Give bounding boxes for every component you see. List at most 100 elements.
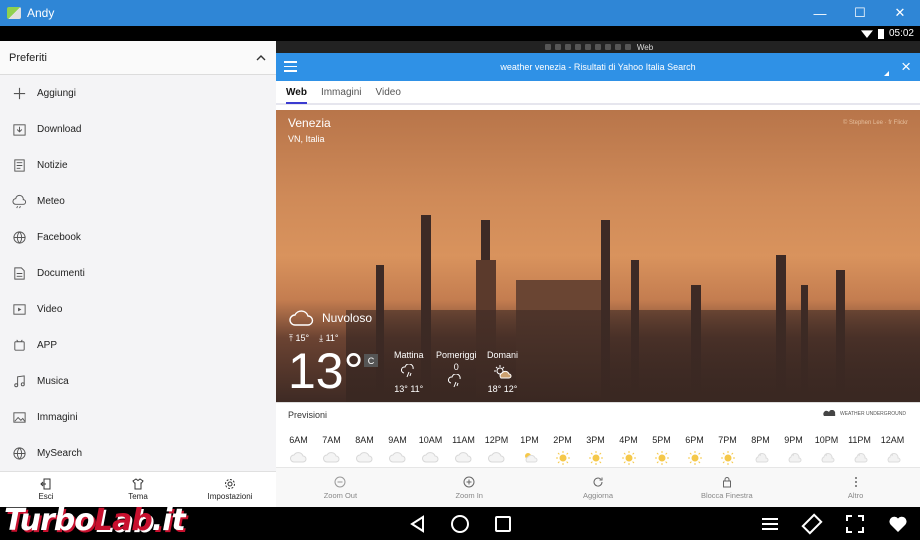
- favorites-header[interactable]: Preferiti: [0, 41, 276, 75]
- hour-item: 7AM: [315, 435, 348, 465]
- unit-toggle[interactable]: C: [364, 354, 378, 367]
- hamburger-icon: [762, 518, 778, 530]
- sun-icon: [612, 451, 645, 465]
- hour-item: 7PM: [711, 435, 744, 465]
- weather-underground-logo[interactable]: WEATHER UNDERGROUND: [823, 410, 906, 417]
- more-icon: [854, 476, 857, 487]
- hour-item: 11PM: [843, 435, 876, 465]
- globe-icon: [12, 230, 27, 245]
- document-icon: [12, 266, 27, 281]
- close-window-button[interactable]: ✕: [880, 0, 920, 26]
- sidebar-item-immagini[interactable]: Immagini: [0, 399, 276, 435]
- menu-button[interactable]: [758, 512, 782, 536]
- hour-item: 11AM: [447, 435, 480, 465]
- refresh-icon: [593, 477, 603, 487]
- cloud-icon: [348, 451, 381, 465]
- sidebar-item-documenti[interactable]: Documenti: [0, 255, 276, 291]
- shirt-icon: [132, 478, 144, 490]
- sidebar-item-label: Documenti: [37, 267, 85, 279]
- hour-item: 10AM: [414, 435, 447, 465]
- tab-web[interactable]: Web: [286, 87, 307, 104]
- forecast-domani: Domani 18° 12°: [487, 350, 518, 394]
- heart-icon: [889, 516, 907, 532]
- android-status-bar: 05:02: [0, 26, 920, 41]
- hour-label: 5PM: [652, 435, 671, 445]
- menu-icon[interactable]: [284, 60, 297, 73]
- browser-toolbar: Zoom Out Zoom In Aggiorna Blocca Finestr…: [276, 467, 920, 507]
- tab-video[interactable]: Video: [376, 87, 401, 98]
- maximize-button[interactable]: ☐: [840, 0, 880, 26]
- theme-button[interactable]: Tema: [92, 472, 184, 507]
- hour-label: 10PM: [814, 435, 839, 445]
- hour-item: 12AM: [876, 435, 909, 465]
- window-title: Andy: [27, 6, 55, 20]
- app-icon: [12, 338, 27, 353]
- settings-label: Impostazioni: [207, 492, 253, 501]
- hour-label: 7PM: [718, 435, 737, 445]
- sidebar-item-mysearch[interactable]: MySearch: [0, 435, 276, 471]
- more-button[interactable]: Altro: [791, 468, 920, 507]
- back-button[interactable]: [406, 512, 430, 536]
- speed-dial-icons[interactable]: [543, 43, 633, 52]
- tab-immagini[interactable]: Immagini: [321, 87, 362, 98]
- recents-button[interactable]: [491, 512, 515, 536]
- hour-item: 8PM: [744, 435, 777, 465]
- home-button[interactable]: [448, 512, 472, 536]
- minimize-button[interactable]: —: [800, 0, 840, 26]
- sidebar-item-download[interactable]: Download: [0, 111, 276, 147]
- zoom-out-label: Zoom Out: [323, 490, 358, 500]
- sidebar-item-app[interactable]: APP: [0, 327, 276, 363]
- fullscreen-button[interactable]: [843, 512, 867, 536]
- photo-credit[interactable]: © Stephen Lee · fr Flickr: [843, 120, 908, 126]
- favorites-title: Preferiti: [9, 51, 47, 64]
- sidebar-item-facebook[interactable]: Facebook: [0, 219, 276, 255]
- weather-card[interactable]: Venezia VN, Italia © Stephen Lee · fr Fl…: [276, 110, 920, 402]
- hour-label: 6PM: [685, 435, 704, 445]
- favorites-sidebar: Preferiti Aggiungi Download Notizie Mete…: [0, 41, 276, 507]
- settings-button[interactable]: Impostazioni: [184, 472, 276, 507]
- sidebar-item-notizie[interactable]: Notizie: [0, 147, 276, 183]
- close-icon[interactable]: ×: [901, 57, 911, 77]
- page-title[interactable]: weather venezia - Risultati di Yahoo Ita…: [500, 62, 695, 72]
- night-cloud-icon: [810, 451, 843, 465]
- zoom-in-button[interactable]: Zoom In: [405, 468, 534, 507]
- sidebar-bottom-bar: Esci Tema Impostazioni: [0, 471, 276, 507]
- video-icon: [12, 302, 27, 317]
- rotate-button[interactable]: [800, 512, 824, 536]
- resize-corner-icon: [884, 71, 889, 76]
- night-cloud-icon: [876, 451, 909, 465]
- favorite-button[interactable]: [886, 512, 910, 536]
- cloud-icon: [289, 310, 314, 326]
- forecast-label: Pomeriggi: [436, 350, 477, 360]
- sidebar-item-label: Facebook: [37, 231, 81, 243]
- watermark-it: .it: [151, 503, 186, 538]
- music-icon: [12, 374, 27, 389]
- hour-label: 1PM: [520, 435, 539, 445]
- forecast-values: 13° 11°: [394, 384, 424, 394]
- hour-label: 7AM: [322, 435, 341, 445]
- cloud-icon: [480, 451, 513, 465]
- address-bar[interactable]: weather venezia - Risultati di Yahoo Ita…: [276, 53, 920, 81]
- lock-icon: [722, 476, 731, 487]
- partly-sunny-icon: [487, 364, 518, 380]
- sidebar-item-video[interactable]: Video: [0, 291, 276, 327]
- sidebar-item-aggiungi[interactable]: Aggiungi: [0, 75, 276, 111]
- zoom-out-button[interactable]: Zoom Out: [276, 468, 405, 507]
- web-label[interactable]: Web: [637, 43, 653, 52]
- lock-window-button[interactable]: Blocca Finestra: [662, 468, 791, 507]
- battery-icon: [877, 28, 884, 39]
- sidebar-item-musica[interactable]: Musica: [0, 363, 276, 399]
- cloud-icon: [447, 451, 480, 465]
- hour-label: 9PM: [784, 435, 803, 445]
- hour-label: 8AM: [355, 435, 374, 445]
- sidebar-item-meteo[interactable]: Meteo: [0, 183, 276, 219]
- exit-button[interactable]: Esci: [0, 472, 92, 507]
- hour-item: 2PM: [546, 435, 579, 465]
- hour-list: 6AM 7AM 8AM 9AM 10AM 11AM 12PM 1PM 2PM 3PM 4PM 5PM 6…: [282, 435, 909, 465]
- hour-item: 8AM: [348, 435, 381, 465]
- hour-label: 2PM: [553, 435, 572, 445]
- rain-icon: [394, 364, 424, 380]
- night-cloud-icon: [777, 451, 810, 465]
- hour-label: 3PM: [586, 435, 605, 445]
- refresh-button[interactable]: Aggiorna: [534, 468, 663, 507]
